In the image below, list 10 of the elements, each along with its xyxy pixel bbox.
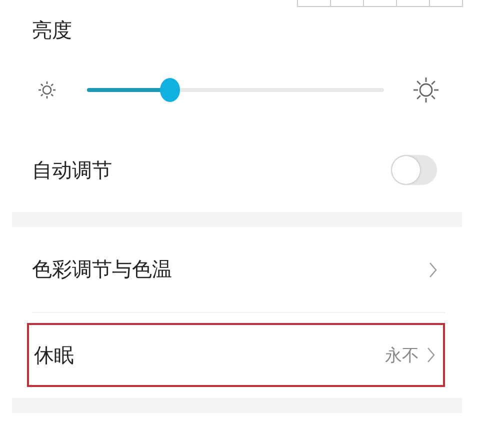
brightness-title: 亮度: [32, 18, 73, 42]
settings-row[interactable]: 休眠 永不: [27, 323, 445, 387]
auto-adjust-label: 自动调节: [32, 156, 112, 184]
dim-sun-icon: [38, 81, 56, 99]
chevron-icon: [429, 262, 437, 278]
row-value: 永不: [385, 344, 419, 366]
chevron-icon: [427, 347, 435, 363]
bright-sun-icon: [413, 77, 439, 103]
settings-row[interactable]: 色彩调节与色温: [0, 227, 487, 312]
auto-adjust-switch[interactable]: [391, 155, 437, 185]
